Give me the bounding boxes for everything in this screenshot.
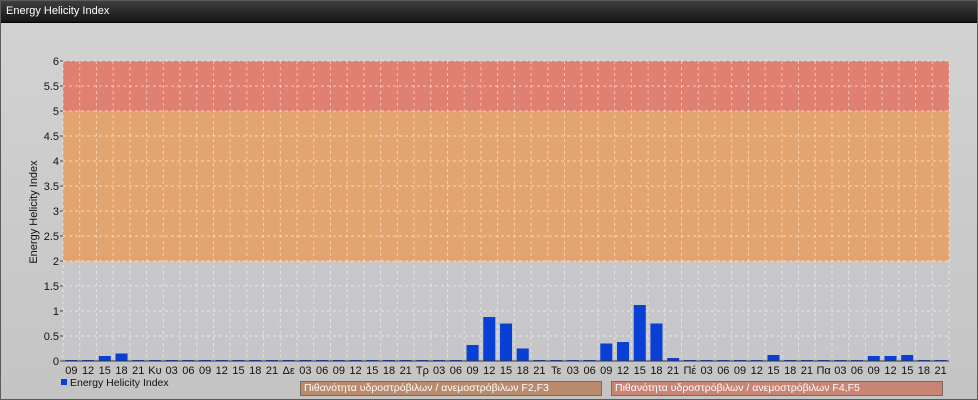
x-tick-label: 21 [667,365,679,377]
x-tick-label: 21 [400,365,412,377]
x-tick-label: 12 [751,365,763,377]
legend-item-f4f5[interactable]: Πιθανότητα υδροστρόβιλων / ανεμοστρόβιλω… [611,381,943,396]
x-tick-label: 18 [517,365,529,377]
x-axis-ticks: 09 12 15 18 21 Κυ 03 06 09 12 15 18 21 Δε 03 06 09 12 15 18… [65,365,947,377]
x-tick-label: Πα [816,365,831,377]
x-tick-label: Τε [551,365,562,377]
y-tick-label: 6 [53,56,59,68]
bar-32 [600,343,613,361]
x-tick-label: 18 [918,365,930,377]
bar-49 [884,356,897,361]
bar-25 [483,317,496,361]
x-tick-label: 18 [249,365,261,377]
x-tick-label: 03 [834,365,846,377]
x-tick-label: 15 [634,365,646,377]
y-tick-label: 0.5 [44,331,59,343]
x-tick-label: 09 [868,365,880,377]
x-tick-label: 06 [583,365,595,377]
y-tick-label: 2.5 [44,231,59,243]
x-tick-label: 12 [349,365,361,377]
x-tick-label: 18 [383,365,395,377]
bar-48 [867,356,880,361]
y-tick-label: 3.5 [44,181,59,193]
chart-window: Energy Helicity Index 0 0.5 1 1.5 2 2.5 3 3.5 4 4… [0,0,978,400]
x-tick-label: 18 [784,365,796,377]
x-tick-label: Κυ [148,365,161,377]
x-tick-label: 06 [182,365,194,377]
bar-42 [767,355,780,361]
y-tick-label: 4 [53,156,59,168]
ehi-chart: 0 0.5 1 1.5 2 2.5 3 3.5 4 4.5 5 5.5 6 09 12 15 18 21 Κυ 03… [28,56,950,377]
y-tick-label: 5 [53,106,59,118]
bar-3 [115,353,128,361]
bar-33 [617,342,630,361]
x-tick-label: 15 [232,365,244,377]
x-tick-label: 21 [801,365,813,377]
legend-label-f4f5: Πιθανότητα υδροστρόβιλων / ανεμοστρόβιλω… [615,382,860,394]
x-tick-label: 12 [82,365,94,377]
x-tick-label: 09 [65,365,77,377]
x-tick-label: 06 [717,365,729,377]
bar-35 [650,323,663,361]
x-tick-label: Τρ [416,365,429,377]
x-tick-label: 12 [483,365,495,377]
x-tick-label: 15 [767,365,779,377]
x-tick-label: 03 [433,365,445,377]
x-tick-label: 03 [567,365,579,377]
x-tick-label: 21 [266,365,278,377]
y-tick-label: 5.5 [44,81,59,93]
x-tick-label: 15 [500,365,512,377]
x-tick-label: Πέ [683,365,696,377]
bar-50 [901,355,914,361]
x-tick-label: 21 [935,365,947,377]
x-tick-label: 06 [316,365,328,377]
y-axis-ticks: 0 0.5 1 1.5 2 2.5 3 3.5 4 4.5 5 5.5 6 [44,56,63,368]
x-tick-label: 03 [299,365,311,377]
x-tick-label: 12 [617,365,629,377]
x-tick-label: 15 [901,365,913,377]
y-tick-label: 4.5 [44,131,59,143]
y-tick-label: 2 [53,256,59,268]
bar-26 [499,323,513,361]
legend-label-f2f3: Πιθανότητα υδροστρόβιλων / ανεμοστρόβιλω… [304,382,549,394]
bar-27 [516,348,529,361]
x-tick-label: 15 [366,365,378,377]
x-tick-label: 09 [199,365,211,377]
x-tick-label: 09 [600,365,612,377]
y-tick-label: 0 [53,356,59,368]
x-tick-label: 06 [851,365,863,377]
x-tick-label: Δε [283,365,295,377]
x-tick-label: 06 [450,365,462,377]
y-tick-label: 1.5 [44,281,59,293]
x-tick-label: 09 [734,365,746,377]
legend-item-f2f3[interactable]: Πιθανότητα υδροστρόβιλων / ανεμοστρόβιλω… [300,381,602,396]
y-axis-label: Energy Helicity Index [28,160,40,264]
x-tick-label: 12 [216,365,228,377]
legend-label-ehi: Energy Helicity Index [70,377,169,389]
x-tick-label: 03 [700,365,712,377]
x-tick-label: 09 [333,365,345,377]
x-tick-label: 15 [99,365,111,377]
y-tick-label: 1 [53,306,59,318]
bar-24 [466,345,479,361]
bar-2 [98,356,111,361]
legend-swatch-ehi [61,379,67,385]
x-tick-label: 18 [650,365,662,377]
x-tick-label: 12 [884,365,896,377]
x-tick-label: 03 [166,365,178,377]
x-tick-label: 21 [533,365,545,377]
x-tick-label: 18 [115,365,127,377]
legend-item-ehi[interactable]: Energy Helicity Index [61,377,169,389]
x-tick-label: 09 [466,365,478,377]
x-tick-label: 21 [132,365,144,377]
y-tick-label: 3 [53,206,59,218]
bar-34 [633,305,646,361]
